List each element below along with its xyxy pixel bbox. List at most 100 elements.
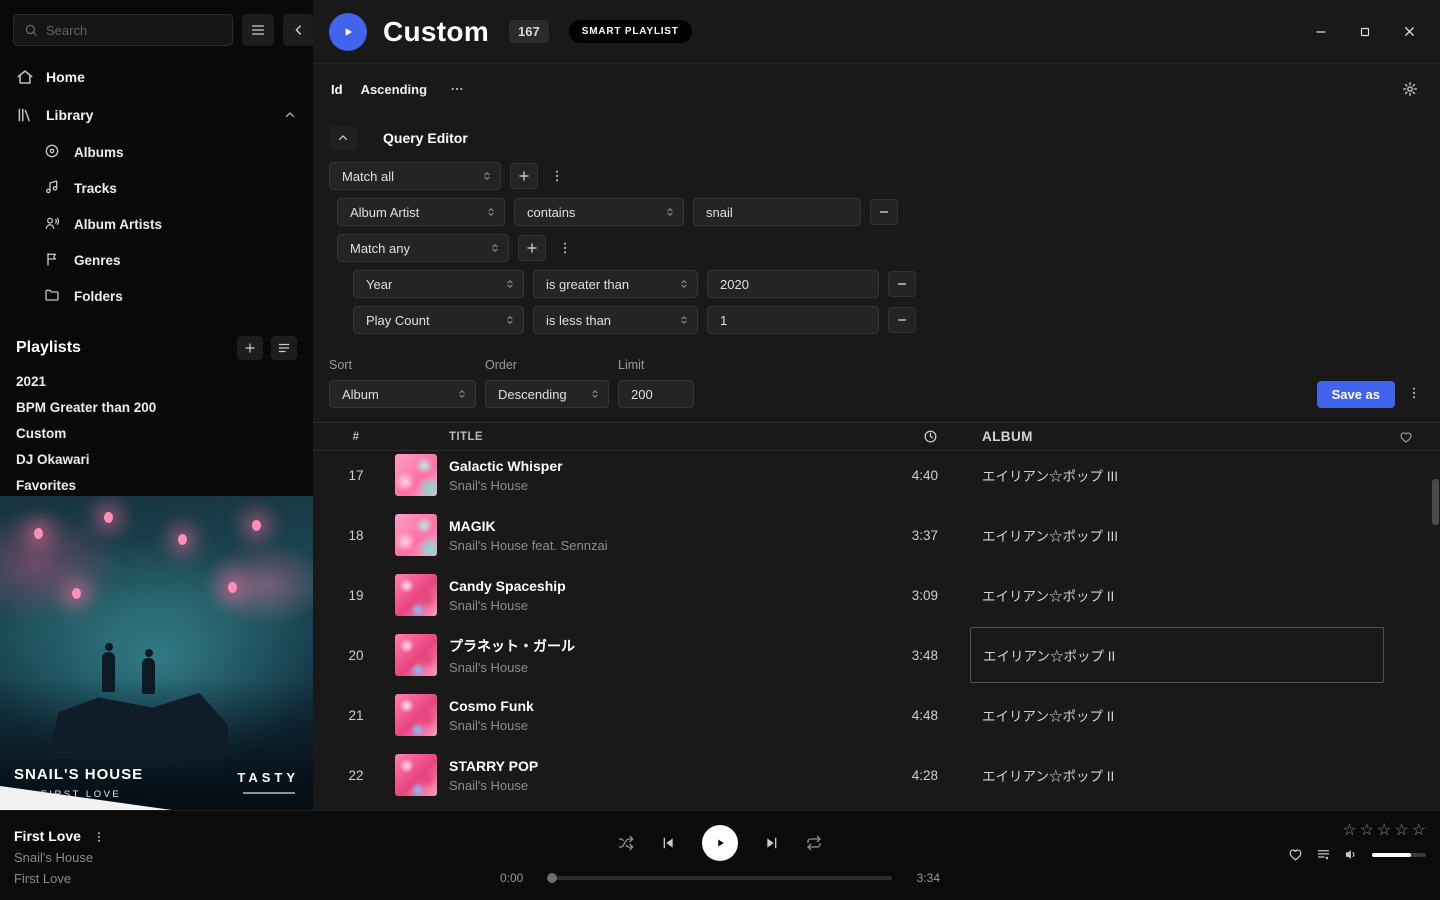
sort-field-button[interactable]: Id	[331, 82, 343, 97]
track-album[interactable]: エイリアン☆ポップ II	[970, 745, 1384, 805]
menu-button[interactable]	[242, 14, 274, 46]
sidebar-item-albums[interactable]: Albums	[0, 134, 313, 170]
next-button[interactable]	[764, 835, 780, 851]
track-album[interactable]: エイリアン☆ポップ III	[970, 505, 1384, 565]
playlist-item[interactable]: Custom	[0, 420, 313, 446]
query-editor-collapse-button[interactable]	[329, 126, 357, 150]
now-playing-artist[interactable]: Snail's House	[14, 850, 107, 866]
column-header-title[interactable]: TITLE	[449, 431, 878, 443]
playlist-header: Custom 167 SMART PLAYLIST	[313, 0, 1440, 64]
star-icon[interactable]: ☆	[1377, 823, 1391, 839]
playlist-item[interactable]: DJ Okawari	[0, 446, 313, 472]
remove-rule-button[interactable]	[870, 199, 898, 225]
star-icon[interactable]: ☆	[1394, 823, 1408, 839]
add-rule-button[interactable]	[518, 235, 546, 261]
add-rule-button[interactable]	[510, 163, 538, 189]
sidebar-item-album-artists[interactable]: Album Artists	[0, 206, 313, 242]
rule-operator-select[interactable]: is less than	[533, 306, 698, 334]
query-menu-button[interactable]	[1404, 380, 1424, 406]
playlist-list-options-button[interactable]	[271, 336, 297, 360]
shuffle-button[interactable]	[618, 835, 634, 851]
star-icon[interactable]: ☆	[1342, 823, 1356, 839]
sidebar-item-home[interactable]: Home	[0, 58, 313, 96]
track-row[interactable]: 18 MAGIK Snail's House feat. Sennzai 3:3…	[313, 505, 1440, 565]
track-artist[interactable]: Snail's House	[449, 598, 878, 613]
track-row[interactable]: 20 プラネット・ガール Snail's House 3:48 エイリアン☆ポッ…	[313, 625, 1440, 685]
volume-button[interactable]	[1344, 847, 1359, 862]
track-artist[interactable]: Snail's House	[449, 478, 878, 493]
track-album[interactable]: エイリアン☆ポップ II	[970, 565, 1384, 625]
queue-button[interactable]	[1316, 847, 1331, 862]
star-icon[interactable]: ☆	[1360, 823, 1374, 839]
track-row[interactable]: 21 Cosmo Funk Snail's House 4:48 エイリアン☆ポ…	[313, 685, 1440, 745]
sidebar-item-tracks[interactable]: Tracks	[0, 170, 313, 206]
rule-value-input[interactable]	[707, 306, 879, 334]
favorite-button[interactable]	[1288, 847, 1303, 862]
play-playlist-button[interactable]	[329, 13, 367, 51]
remove-rule-button[interactable]	[888, 307, 916, 333]
match-all-select[interactable]: Match all	[329, 162, 501, 190]
rule-field-select[interactable]: Play Count	[353, 306, 524, 334]
track-album[interactable]: エイリアン☆ポップ II	[970, 685, 1384, 745]
save-as-button[interactable]: Save as	[1317, 381, 1395, 408]
search-input[interactable]	[46, 23, 222, 38]
star-icon[interactable]: ☆	[1412, 823, 1426, 839]
track-artist[interactable]: Snail's House	[449, 778, 878, 793]
create-playlist-button[interactable]	[237, 336, 263, 360]
now-playing-album[interactable]: First Love	[14, 871, 107, 887]
rule-group-menu-button[interactable]	[555, 235, 575, 261]
settings-button[interactable]	[1398, 77, 1422, 101]
column-header-favorite[interactable]	[1384, 430, 1428, 444]
rule-operator-select[interactable]: contains	[514, 198, 684, 226]
query-limit-input[interactable]	[618, 380, 694, 408]
rule-group-menu-button[interactable]	[547, 163, 567, 189]
nav-back-button[interactable]	[283, 14, 315, 46]
track-artist[interactable]: Snail's House feat. Sennzai	[449, 538, 878, 553]
track-row[interactable]: 22 STARRY POP Snail's House 4:28 エイリアン☆ポ…	[313, 745, 1440, 805]
scrollbar-thumb[interactable]	[1432, 479, 1439, 525]
rule-field-select[interactable]: Year	[353, 270, 524, 298]
track-row[interactable]: 17 Galactic Whisper Snail's House 4:40 エ…	[313, 451, 1440, 505]
collapse-library-icon[interactable]	[283, 108, 297, 122]
more-options-button[interactable]	[445, 77, 469, 101]
now-playing-cover-art[interactable]: SNAIL'S HOUSE FIRST LOVE TASTY	[0, 496, 313, 810]
now-playing-menu-button[interactable]	[91, 829, 107, 845]
volume-slider[interactable]	[1372, 853, 1426, 857]
maximize-button[interactable]	[1350, 17, 1380, 47]
close-button[interactable]	[1394, 17, 1424, 47]
column-header-number[interactable]: #	[329, 431, 383, 443]
seek-handle[interactable]	[547, 873, 557, 883]
track-row[interactable]: 19 Candy Spaceship Snail's House 3:09 エイ…	[313, 565, 1440, 625]
match-any-select[interactable]: Match any	[337, 234, 509, 262]
track-album-focused-cell[interactable]: エイリアン☆ポップ II	[970, 627, 1384, 683]
track-album[interactable]: エイリアン☆ポップ III	[970, 451, 1384, 505]
rule-operator-select[interactable]: is greater than	[533, 270, 698, 298]
rule-value-input[interactable]	[707, 270, 879, 298]
album-name: エイリアン☆ポップ II	[983, 645, 1115, 665]
rule-field-select[interactable]: Album Artist	[337, 198, 505, 226]
playlist-item[interactable]: Favorites	[0, 472, 313, 498]
previous-button[interactable]	[660, 835, 676, 851]
track-artist[interactable]: Snail's House	[449, 660, 878, 675]
artist-icon	[44, 215, 62, 233]
now-playing-title[interactable]: First Love	[14, 828, 81, 845]
query-order-select[interactable]: Descending	[485, 380, 609, 408]
play-pause-button[interactable]	[702, 825, 738, 861]
query-sort-select[interactable]: Album	[329, 380, 476, 408]
sidebar-item-folders[interactable]: Folders	[0, 278, 313, 314]
minimize-button[interactable]	[1306, 17, 1336, 47]
column-header-album[interactable]: ALBUM	[970, 423, 1384, 450]
playlist-item[interactable]: 2021	[0, 368, 313, 394]
order-label: Order	[485, 358, 609, 373]
sidebar-item-genres[interactable]: Genres	[0, 242, 313, 278]
remove-rule-button[interactable]	[888, 271, 916, 297]
sort-order-button[interactable]: Ascending	[361, 82, 427, 97]
seek-bar[interactable]	[548, 876, 892, 880]
column-header-duration[interactable]	[878, 429, 938, 444]
sidebar-item-library[interactable]: Library	[0, 96, 313, 134]
track-artist[interactable]: Snail's House	[449, 718, 878, 733]
search-box[interactable]	[13, 14, 233, 46]
rule-value-input[interactable]	[693, 198, 861, 226]
repeat-button[interactable]	[806, 835, 822, 851]
playlist-item[interactable]: BPM Greater than 200	[0, 394, 313, 420]
